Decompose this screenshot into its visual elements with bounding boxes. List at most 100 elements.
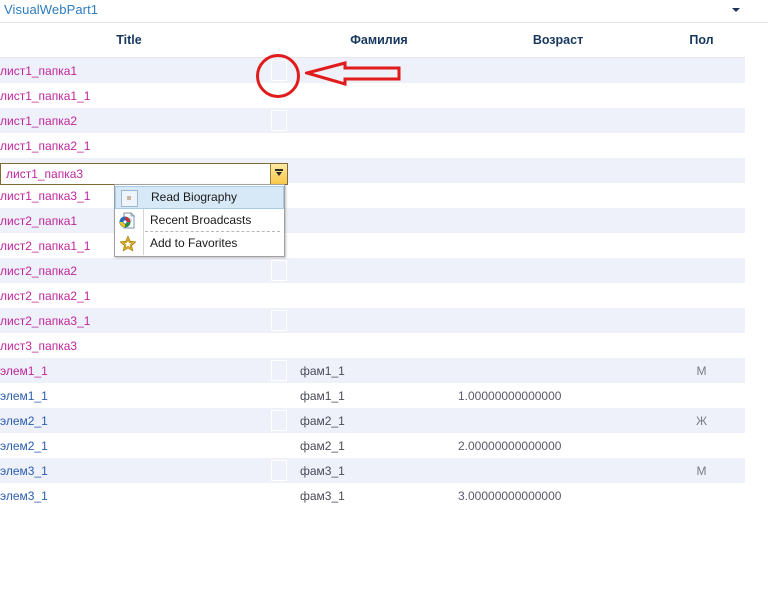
column-header-title[interactable]: Title — [0, 23, 258, 58]
cell-familia — [300, 333, 458, 358]
menu-item-add-to-favorites[interactable]: Add to Favorites — [115, 232, 284, 255]
cell-vozrast — [458, 208, 658, 233]
row-title-link[interactable]: лист2_папка1 — [0, 214, 77, 228]
cell-familia — [300, 83, 458, 108]
cell-familia: фам3_1 — [300, 483, 458, 508]
cell-pol: М — [658, 458, 745, 483]
cell-image — [258, 133, 300, 158]
table-row[interactable]: элем1_1 фам1_1 1.00000000000000 — [0, 383, 745, 408]
cell-pol — [658, 308, 745, 333]
cell-image — [258, 483, 300, 508]
cell-vozrast — [458, 183, 658, 208]
cell-title: лист2_папка3_1 — [0, 308, 258, 333]
menu-item-read-biography[interactable]: Read Biography — [115, 186, 284, 209]
row-title-link[interactable]: лист1_папка3_1 — [0, 189, 90, 203]
cell-image — [258, 108, 300, 133]
cell-vozrast — [458, 83, 658, 108]
browser-document-icon — [119, 212, 137, 229]
cell-pol — [658, 83, 745, 108]
cell-pol — [658, 483, 745, 508]
row-title-link[interactable]: элем1_1 — [0, 389, 48, 403]
cell-title: элем3_1 — [0, 483, 258, 508]
table-row[interactable]: элем3_1 фам3_1 М — [0, 458, 745, 483]
context-menu[interactable]: Read Biography Recent Broadcasts Add to … — [114, 184, 285, 257]
cell-image — [258, 83, 300, 108]
cell-pol — [658, 383, 745, 408]
cell-vozrast — [458, 283, 658, 308]
table-row[interactable]: лист1_папка2 — [0, 108, 745, 133]
cell-familia — [300, 283, 458, 308]
row-title-link[interactable]: элем3_1 — [0, 464, 48, 478]
cell-familia — [300, 258, 458, 283]
row-title-link[interactable]: элем2_1 — [0, 414, 48, 428]
cell-image — [258, 358, 300, 383]
row-title-link[interactable]: лист2_папка1_1 — [0, 239, 90, 253]
cell-vozrast — [458, 108, 658, 133]
table-row[interactable]: элем3_1 фам3_1 3.00000000000000 — [0, 483, 745, 508]
row-title-link[interactable]: лист2_папка3_1 — [0, 314, 90, 328]
table-row[interactable]: лист1_папка2_1 — [0, 133, 745, 158]
table-row[interactable]: лист3_папка3 — [0, 333, 745, 358]
menu-item-recent-broadcasts[interactable]: Recent Broadcasts — [115, 209, 284, 232]
image-placeholder-icon — [271, 110, 287, 131]
row-title-link[interactable]: лист1_папка1 — [0, 64, 77, 78]
cell-familia — [300, 208, 458, 233]
cell-pol — [658, 433, 745, 458]
selected-row-editor[interactable]: лист1_папка3 — [0, 163, 288, 185]
table-row[interactable]: лист1_папка1 — [0, 57, 745, 83]
table-row[interactable]: элем1_1 фам1_1 М — [0, 358, 745, 383]
cell-vozrast: 1.00000000000000 — [458, 383, 658, 408]
cell-pol — [658, 333, 745, 358]
cell-vozrast — [458, 258, 658, 283]
cell-pol — [658, 283, 745, 308]
table-row[interactable]: лист2_папка2_1 — [0, 283, 745, 308]
table-row[interactable]: лист1_папка1_1 — [0, 83, 745, 108]
row-title-link[interactable]: элем2_1 — [0, 439, 48, 453]
table-row[interactable]: элем2_1 фам2_1 2.00000000000000 — [0, 433, 745, 458]
image-placeholder-icon — [271, 310, 287, 331]
row-title-link[interactable]: лист1_папка2 — [0, 114, 77, 128]
menu-item-label: Add to Favorites — [150, 236, 238, 250]
column-header-familia[interactable]: Фамилия — [300, 23, 458, 58]
cell-familia: фам1_1 — [300, 383, 458, 408]
cell-vozrast: 2.00000000000000 — [458, 433, 658, 458]
menu-item-label: Read Biography — [151, 190, 238, 204]
row-title-link[interactable]: элем1_1 — [0, 364, 48, 378]
cell-familia — [300, 233, 458, 258]
cell-image — [258, 433, 300, 458]
cell-title: лист1_папка2_1 — [0, 133, 258, 158]
cell-vozrast: 3.00000000000000 — [458, 483, 658, 508]
table-row[interactable]: лист2_папка2 — [0, 258, 745, 283]
column-header-vozrast[interactable]: Возраст — [458, 23, 658, 58]
row-title-link[interactable]: лист1_папка1_1 — [0, 89, 90, 103]
cell-pol — [658, 57, 745, 83]
column-header-pol[interactable]: Пол — [658, 23, 745, 58]
star-icon — [119, 235, 137, 252]
table-row[interactable]: элем2_1 фам2_1 Ж — [0, 408, 745, 433]
table-row[interactable]: лист1_папка3_1 — [0, 183, 745, 208]
cell-title: элем1_1 — [0, 383, 258, 408]
row-title-link[interactable]: лист3_папка3 — [0, 339, 77, 353]
chevron-down-icon[interactable] — [732, 8, 740, 12]
table-row[interactable]: лист2_папка1 — [0, 208, 745, 233]
row-title-link[interactable]: элем3_1 — [0, 489, 48, 503]
row-title-link[interactable]: лист2_папка2 — [0, 264, 77, 278]
row-title-link[interactable]: лист1_папка2_1 — [0, 139, 90, 153]
dropdown-caret-icon[interactable] — [270, 164, 287, 184]
caret-triangle — [276, 172, 282, 176]
cell-familia — [300, 308, 458, 333]
cell-title: лист2_папка2 — [0, 258, 258, 283]
cell-title: лист1_папка2 — [0, 108, 258, 133]
cell-vozrast — [458, 233, 658, 258]
cell-vozrast — [458, 408, 658, 433]
cell-title: элем2_1 — [0, 408, 258, 433]
table-row[interactable]: лист2_папка1_1 — [0, 233, 745, 258]
cell-pol: М — [658, 358, 745, 383]
cell-vozrast — [458, 158, 658, 183]
cell-vozrast — [458, 458, 658, 483]
cell-familia — [300, 57, 458, 83]
cell-pol — [658, 258, 745, 283]
row-title-link[interactable]: лист2_папка2_1 — [0, 289, 90, 303]
table-row[interactable]: лист2_папка3_1 — [0, 308, 745, 333]
cell-image — [258, 57, 300, 83]
